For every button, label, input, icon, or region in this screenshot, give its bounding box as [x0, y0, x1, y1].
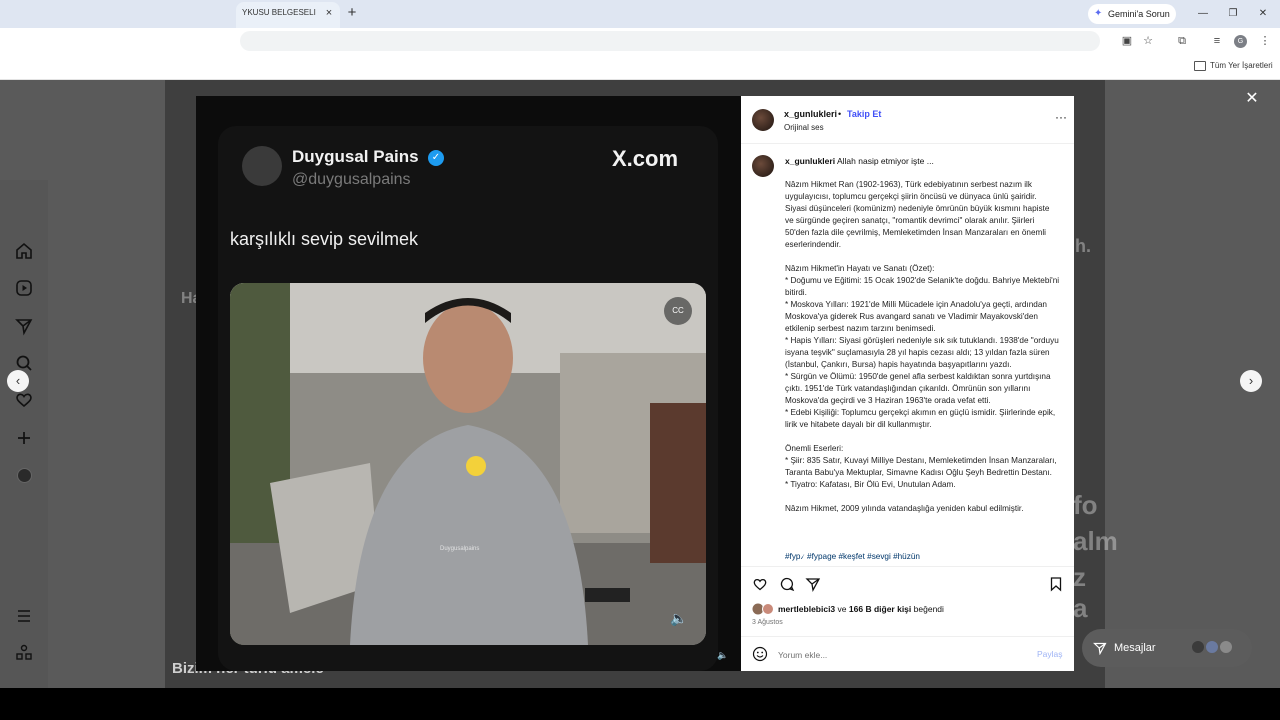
- liker-username[interactable]: mertleblebici3: [778, 604, 835, 614]
- original-audio-link[interactable]: Orijinal ses: [784, 123, 824, 132]
- post-author-username[interactable]: x_gunlukleri: [784, 109, 837, 119]
- more-apps-icon[interactable]: [14, 643, 34, 663]
- menu-icon[interactable]: [14, 606, 34, 626]
- profile-avatar[interactable]: [17, 468, 32, 483]
- create-icon[interactable]: [14, 428, 34, 448]
- tweet-text: karşılıklı sevip sevilmek: [230, 229, 419, 249]
- comment-input[interactable]: [778, 648, 1018, 662]
- mute-icon[interactable]: 🔈: [716, 648, 730, 662]
- like-icon[interactable]: [752, 576, 768, 592]
- x-logo-text: X.com: [612, 146, 679, 171]
- save-icon[interactable]: [1048, 576, 1064, 592]
- ghost-text: alm: [1073, 526, 1118, 556]
- post-comment-button[interactable]: Paylaş: [1037, 649, 1063, 659]
- bookmarks-bar: [0, 54, 1280, 80]
- media-controls-icon[interactable]: ≡: [1210, 34, 1224, 48]
- more-options-icon[interactable]: ···: [1052, 111, 1070, 125]
- extensions-icon[interactable]: ⧉: [1175, 34, 1189, 48]
- tab-close-button[interactable]: ×: [322, 6, 336, 20]
- send-icon: [1093, 641, 1107, 655]
- likes-summary: mertleblebici3 ve 166 B diğer kişi beğen…: [778, 604, 944, 614]
- share-icon[interactable]: [805, 576, 821, 592]
- tweet-author-name: Duygusal Pains: [292, 147, 419, 166]
- home-icon[interactable]: [14, 241, 34, 261]
- post-author-avatar[interactable]: [752, 109, 774, 131]
- comment-icon[interactable]: [779, 576, 795, 592]
- heart-icon[interactable]: [14, 390, 34, 410]
- emoji-icon[interactable]: [752, 646, 768, 662]
- divider: [741, 143, 1074, 144]
- video-frame[interactable]: [230, 283, 706, 645]
- video-still: [230, 283, 706, 645]
- bookmark-star-icon[interactable]: ☆: [1141, 34, 1155, 48]
- separator-dot: •: [838, 109, 842, 119]
- captions-button[interactable]: CC: [664, 297, 692, 325]
- conversation-avatar: [1191, 640, 1205, 654]
- likes-suffix: beğendi: [913, 604, 944, 614]
- omnibox[interactable]: [240, 31, 1100, 51]
- liker-avatars: [752, 603, 776, 615]
- caption-author-avatar[interactable]: [752, 155, 774, 177]
- previous-post-button[interactable]: ‹: [7, 370, 29, 392]
- ghost-text: fo: [1073, 490, 1098, 520]
- likes-count[interactable]: 166 B diğer kişi: [849, 604, 911, 614]
- verified-badge-icon: ✓: [428, 150, 444, 166]
- minimize-button[interactable]: —: [1193, 5, 1213, 23]
- next-post-button[interactable]: ›: [1240, 370, 1262, 392]
- video-watermark: Duygusalpains: [440, 546, 480, 552]
- caption-first-line: Allah nasip etmiyor işte ...: [836, 156, 934, 166]
- divider: [741, 566, 1074, 567]
- reels-icon[interactable]: [14, 278, 34, 298]
- caption-body: Nâzım Hikmet Ran (1902-1963), Türk edebi…: [785, 180, 1060, 513]
- browser-menu-icon[interactable]: ⋮: [1258, 34, 1272, 48]
- follow-button[interactable]: Takip Et: [847, 109, 881, 119]
- hashtags[interactable]: #fyp৴ #fypage #keşfet #sevgi #hüzün: [785, 551, 920, 564]
- all-bookmarks-link[interactable]: Tüm Yer İşaretleri: [1210, 61, 1273, 70]
- tweet-author-avatar: [242, 146, 282, 186]
- ghost-text: h.: [1075, 236, 1091, 256]
- close-modal-button[interactable]: ✕: [1243, 90, 1261, 108]
- tweet-author-handle: @duygusalpains: [292, 171, 411, 188]
- folder-icon: [1194, 61, 1206, 71]
- gemini-icon: ✦: [1094, 8, 1103, 19]
- caption-username[interactable]: x_gunlukleri: [785, 156, 835, 166]
- volume-icon[interactable]: 🔈: [666, 605, 692, 631]
- cast-icon[interactable]: ▣: [1120, 34, 1134, 48]
- restore-button[interactable]: ❐: [1223, 5, 1243, 23]
- window-close-button[interactable]: ✕: [1253, 5, 1273, 23]
- messages-label: Mesajlar: [1114, 642, 1156, 654]
- tab-title: YKUSU BELGESELI FU: [242, 8, 318, 17]
- new-tab-button[interactable]: +: [344, 5, 360, 21]
- conversation-avatar: [1219, 640, 1233, 654]
- divider: [741, 636, 1074, 637]
- conversation-avatar: [1205, 640, 1219, 654]
- send-icon[interactable]: [14, 316, 34, 336]
- ghost-text: z a: [1073, 562, 1088, 623]
- post-date: 3 Ağustos: [752, 619, 783, 626]
- profile-avatar[interactable]: G: [1234, 35, 1247, 48]
- likes-connector: ve: [837, 604, 847, 614]
- caption-header: x_gunlukleri Allah nasip etmiyor işte ..…: [785, 156, 1060, 166]
